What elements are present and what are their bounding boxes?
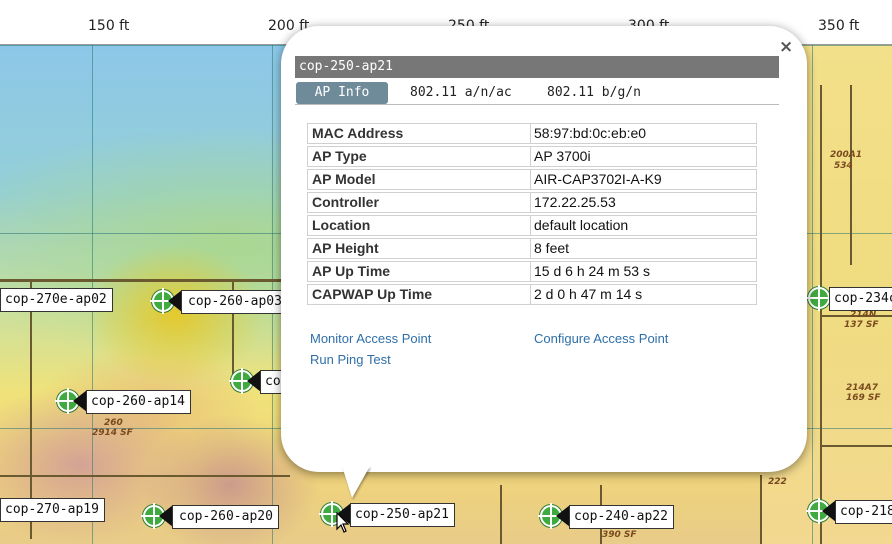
run-ping-test-link[interactable]: Run Ping Test bbox=[310, 352, 391, 367]
info-row: Controller 172.22.25.53 bbox=[307, 192, 757, 213]
info-key: MAC Address bbox=[312, 125, 404, 141]
room-label: 214N bbox=[850, 310, 877, 320]
tab-80211-b-g-n[interactable]: 802.11 b/g/n bbox=[547, 82, 641, 104]
close-icon[interactable]: × bbox=[779, 37, 793, 57]
ap-label[interactable]: cop-234c bbox=[829, 287, 892, 311]
ap-pointer-icon bbox=[822, 500, 836, 522]
room-area-label: 2914 SF bbox=[92, 428, 133, 438]
info-value: 15 d 6 h 24 m 53 s bbox=[534, 263, 650, 279]
ap-pointer-icon bbox=[159, 505, 173, 527]
info-row: Location default location bbox=[307, 215, 757, 236]
ap-label[interactable]: cop-218 bbox=[835, 500, 892, 524]
info-key: AP Type bbox=[312, 148, 367, 164]
info-row: AP Model AIR-CAP3702I-A-K9 bbox=[307, 169, 757, 190]
info-value: 8 feet bbox=[534, 240, 570, 256]
ap-label[interactable]: cop-270-ap19 bbox=[0, 498, 105, 522]
info-value: AP 3700i bbox=[534, 148, 591, 164]
info-key: Location bbox=[312, 217, 371, 233]
ap-pointer-icon bbox=[247, 370, 261, 392]
info-row: CAPWAP Up Time 2 d 0 h 47 m 14 s bbox=[307, 284, 757, 305]
info-key: CAPWAP Up Time bbox=[312, 286, 433, 302]
wall bbox=[0, 279, 290, 282]
info-key: AP Up Time bbox=[312, 263, 391, 279]
wall bbox=[500, 485, 502, 544]
monitor-access-point-link[interactable]: Monitor Access Point bbox=[310, 331, 431, 346]
mouse-cursor-icon bbox=[336, 512, 350, 533]
room-label: 534 bbox=[834, 161, 853, 171]
info-value: AIR-CAP3702I-A-K9 bbox=[534, 171, 662, 187]
ap-label[interactable]: cop-270e-ap02 bbox=[0, 288, 113, 312]
wall bbox=[820, 445, 892, 447]
info-row: AP Height 8 feet bbox=[307, 238, 757, 259]
ruler-tick: 350 ft bbox=[818, 18, 860, 34]
tab-ap-info[interactable]: AP Info bbox=[296, 82, 388, 104]
wall bbox=[760, 475, 762, 544]
popup-pointer bbox=[342, 466, 370, 498]
ap-marker[interactable] bbox=[806, 285, 832, 311]
ap-pointer-icon bbox=[168, 290, 182, 312]
tab-divider bbox=[295, 104, 779, 105]
configure-access-point-link[interactable]: Configure Access Point bbox=[534, 331, 668, 346]
room-label: 200A1 bbox=[830, 150, 863, 160]
wall bbox=[850, 85, 852, 265]
popup-title: cop-250-ap21 bbox=[295, 56, 779, 78]
info-value: 58:97:bd:0c:eb:e0 bbox=[534, 125, 647, 141]
room-label: 214A7 bbox=[846, 383, 879, 393]
info-key: AP Height bbox=[312, 240, 379, 256]
ap-label[interactable]: cop-250-ap21 bbox=[350, 503, 455, 527]
ap-label[interactable]: cop-240-ap22 bbox=[569, 505, 674, 529]
info-value: 2 d 0 h 47 m 14 s bbox=[534, 286, 643, 302]
room-area-label: 390 SF bbox=[602, 530, 637, 540]
info-row: AP Up Time 15 d 6 h 24 m 53 s bbox=[307, 261, 757, 282]
ruler-tick: 150 ft bbox=[88, 18, 130, 34]
room-area-label: 169 SF bbox=[846, 393, 881, 403]
ap-pointer-icon bbox=[556, 505, 570, 527]
info-key: Controller bbox=[312, 194, 379, 210]
room-label: 260 bbox=[104, 418, 123, 428]
ap-label[interactable]: cop-260-ap20 bbox=[172, 505, 279, 529]
room-area-label: 137 SF bbox=[844, 320, 879, 330]
info-row: AP Type AP 3700i bbox=[307, 146, 757, 167]
ap-pointer-icon bbox=[73, 390, 87, 412]
room-label: 222 bbox=[768, 477, 787, 487]
tab-80211-a-n-ac[interactable]: 802.11 a/n/ac bbox=[410, 82, 512, 104]
info-value: 172.22.25.53 bbox=[534, 194, 616, 210]
ap-label[interactable]: cop-260-ap14 bbox=[86, 390, 191, 414]
wall bbox=[0, 475, 290, 477]
info-row: MAC Address 58:97:bd:0c:eb:e0 bbox=[307, 123, 757, 144]
info-value: default location bbox=[534, 217, 629, 233]
info-key: AP Model bbox=[312, 171, 376, 187]
